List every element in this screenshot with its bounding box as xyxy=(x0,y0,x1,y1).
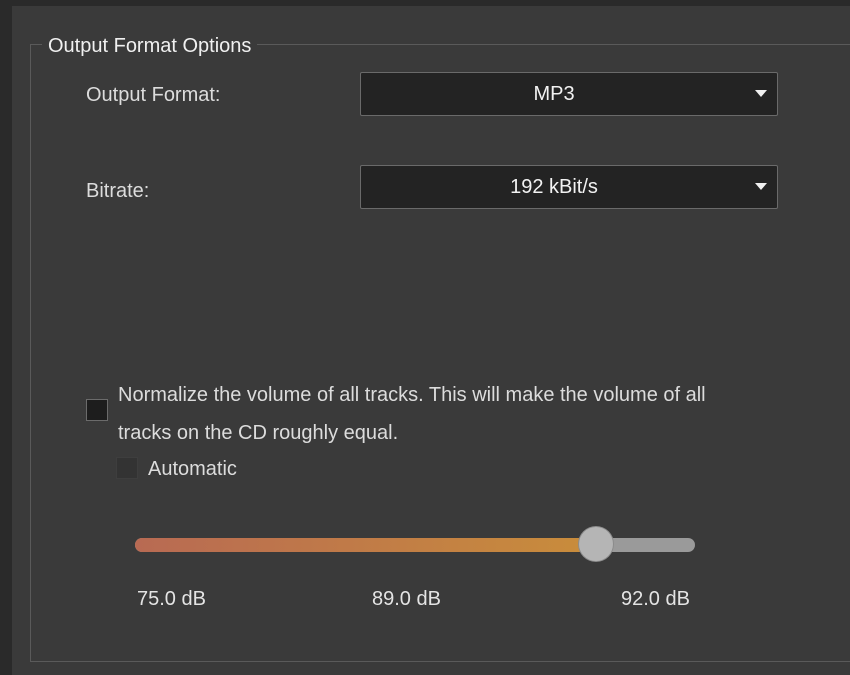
volume-min-label: 75.0 dB xyxy=(137,588,206,610)
volume-slider-fill xyxy=(135,538,597,552)
normalize-checkbox[interactable] xyxy=(86,399,108,421)
output-format-options-group xyxy=(30,44,850,662)
volume-max-label: 92.0 dB xyxy=(621,588,690,610)
output-format-dropdown[interactable]: MP3 xyxy=(360,72,778,116)
automatic-label: Automatic xyxy=(148,458,237,480)
volume-value-label: 89.0 dB xyxy=(372,588,441,610)
normalize-label: Normalize the volume of all tracks. This… xyxy=(118,384,706,444)
group-title: Output Format Options xyxy=(42,32,258,60)
output-format-label: Output Format: xyxy=(86,84,221,106)
volume-slider-thumb[interactable] xyxy=(579,527,614,561)
dropdown-arrow-icon xyxy=(755,183,767,190)
dropdown-arrow-icon xyxy=(755,90,767,97)
bitrate-dropdown[interactable]: 192 kBit/s xyxy=(360,165,778,209)
bitrate-value: 192 kBit/s xyxy=(510,176,598,198)
output-format-value: MP3 xyxy=(533,83,575,105)
automatic-checkbox[interactable] xyxy=(116,457,138,479)
bitrate-label: Bitrate: xyxy=(86,180,150,202)
